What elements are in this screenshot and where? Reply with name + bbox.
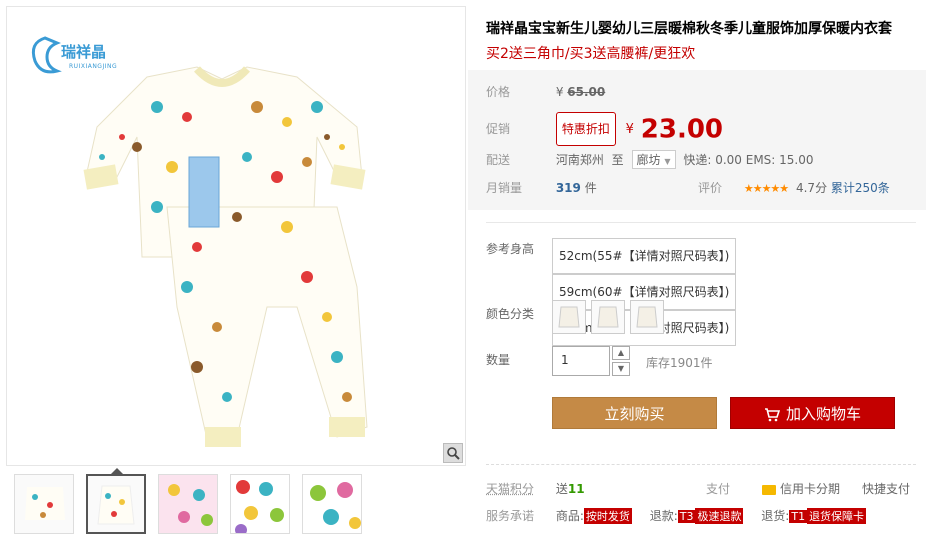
- thumbnail-1[interactable]: [14, 474, 74, 534]
- quick-pay[interactable]: 快捷支付: [862, 480, 910, 497]
- color-label: 颜色分类: [486, 307, 535, 321]
- points-prefix: 送: [555, 482, 568, 496]
- original-price: 65.00: [567, 85, 606, 99]
- add-to-cart-button[interactable]: 加入购物车: [730, 397, 895, 429]
- star-rating-icon: ★★★★★: [743, 182, 789, 195]
- destination-value: 廊坊: [636, 153, 661, 167]
- return-prefix: 退货:: [761, 509, 790, 523]
- monthly-sales-label: 月销量: [486, 181, 523, 195]
- color-swatch-2[interactable]: [591, 300, 625, 334]
- thumbnail-5[interactable]: [302, 474, 362, 534]
- chevron-down-icon: ▼: [664, 157, 671, 166]
- destination-select[interactable]: 廊坊 ▼: [631, 150, 676, 169]
- quantity-label: 数量: [486, 353, 511, 367]
- goods-prefix: 商品:: [555, 509, 584, 523]
- quantity-decrease-button[interactable]: ▼: [612, 362, 630, 376]
- color-options: [552, 300, 669, 337]
- current-price: 23.00: [640, 114, 724, 145]
- quantity-increase-button[interactable]: ▲: [612, 346, 630, 360]
- size-option-52[interactable]: 52cm(55#【详情对照尺码表】): [552, 238, 737, 274]
- monthly-sales-unit: 件: [584, 181, 597, 195]
- review-count-link[interactable]: 累计250条: [831, 181, 890, 195]
- points-value: 11: [567, 482, 585, 496]
- shipping-from: 河南郑州: [555, 153, 604, 167]
- shipping-to-word: 至: [611, 153, 624, 167]
- shopping-cart-icon: [764, 407, 781, 421]
- zoom-icon[interactable]: [443, 443, 463, 463]
- credit-installment-label: 信用卡分期: [780, 482, 841, 496]
- rating-label: 评价: [698, 181, 723, 195]
- buy-now-button[interactable]: 立刻购买: [552, 397, 717, 429]
- points-label[interactable]: 天猫积分: [486, 480, 552, 497]
- rating-group: 评价 ★★★★★ 4.7分 累计250条: [698, 179, 890, 196]
- stock-count: 库存1901件: [646, 356, 713, 370]
- add-to-cart-label: 加入购物车: [785, 405, 861, 423]
- shipping-row: 配送 河南郑州 至 廊坊 ▼ 快递: 0.00 EMS: 15.00: [486, 150, 814, 169]
- quantity-input[interactable]: 1: [552, 346, 610, 376]
- points-row: 天猫积分 送11 支付 信用卡分期 快捷支付: [486, 480, 916, 497]
- return-guarantee-badge[interactable]: 退货保障卡: [807, 508, 867, 524]
- fast-refund-badge[interactable]: 极速退款: [695, 508, 744, 524]
- promo-currency-symbol: ¥: [625, 122, 634, 137]
- on-time-shipping-badge[interactable]: 按时发货: [583, 508, 632, 524]
- divider: [486, 222, 916, 223]
- return-tier-badge: T1: [789, 510, 808, 523]
- price-label: 价格: [486, 85, 511, 99]
- payment-label: 支付: [706, 482, 731, 496]
- thumbnail-4[interactable]: [230, 474, 290, 534]
- thumbnail-2[interactable]: [86, 474, 146, 534]
- brand-logo-subtext: RUIXIANGJING: [69, 63, 118, 70]
- refund-prefix: 退款:: [649, 509, 678, 523]
- product-subtitle: 买2送三角巾/买3送高腰裤/更狂欢: [486, 46, 696, 62]
- credit-card-icon: [762, 484, 776, 495]
- refund-tier-badge: T3: [677, 510, 696, 523]
- size-label: 参考身高: [486, 242, 535, 256]
- thumbnail-3[interactable]: [158, 474, 218, 534]
- credit-installment[interactable]: 信用卡分期: [762, 480, 840, 497]
- service-promise-row: 服务承诺 商品: 按时发货 退款: T3 极速退款 退货: T1 退货保障卡: [486, 507, 867, 524]
- rating-score: 4.7分: [795, 181, 828, 195]
- monthly-sales-count: 319: [555, 181, 581, 195]
- promo-price-row: 促销 特惠折扣 ¥ 23.00: [486, 112, 723, 146]
- promo-label: 促销: [486, 122, 511, 136]
- service-promise-label: 服务承诺: [486, 509, 535, 523]
- color-swatch-3[interactable]: [630, 300, 664, 334]
- brand-logo-text: 瑞祥晶: [61, 43, 107, 61]
- product-page: 瑞祥晶 RUIXIANGJING 瑞祥晶宝宝新生儿婴幼儿三层暖棉秋冬季儿童服饰加…: [0, 0, 930, 547]
- shipping-fees: 快递: 0.00 EMS: 15.00: [683, 153, 814, 167]
- promo-tag: 特惠折扣: [555, 112, 616, 146]
- main-product-image[interactable]: 瑞祥晶 RUIXIANGJING: [6, 6, 466, 466]
- thumbnail-strip: [14, 474, 362, 534]
- currency-symbol: ¥: [555, 85, 564, 99]
- color-swatch-1[interactable]: [552, 300, 586, 334]
- original-price-row: 价格 ¥ 65.00: [486, 83, 605, 100]
- shipping-label: 配送: [486, 153, 511, 167]
- product-title: 瑞祥晶宝宝新生儿婴幼儿三层暖棉秋冬季儿童服饰加厚保暖内衣套: [486, 21, 892, 37]
- sales-row: 月销量 319 件 评价 ★★★★★ 4.7分 累计250条: [486, 179, 916, 196]
- footer-divider: [486, 464, 916, 465]
